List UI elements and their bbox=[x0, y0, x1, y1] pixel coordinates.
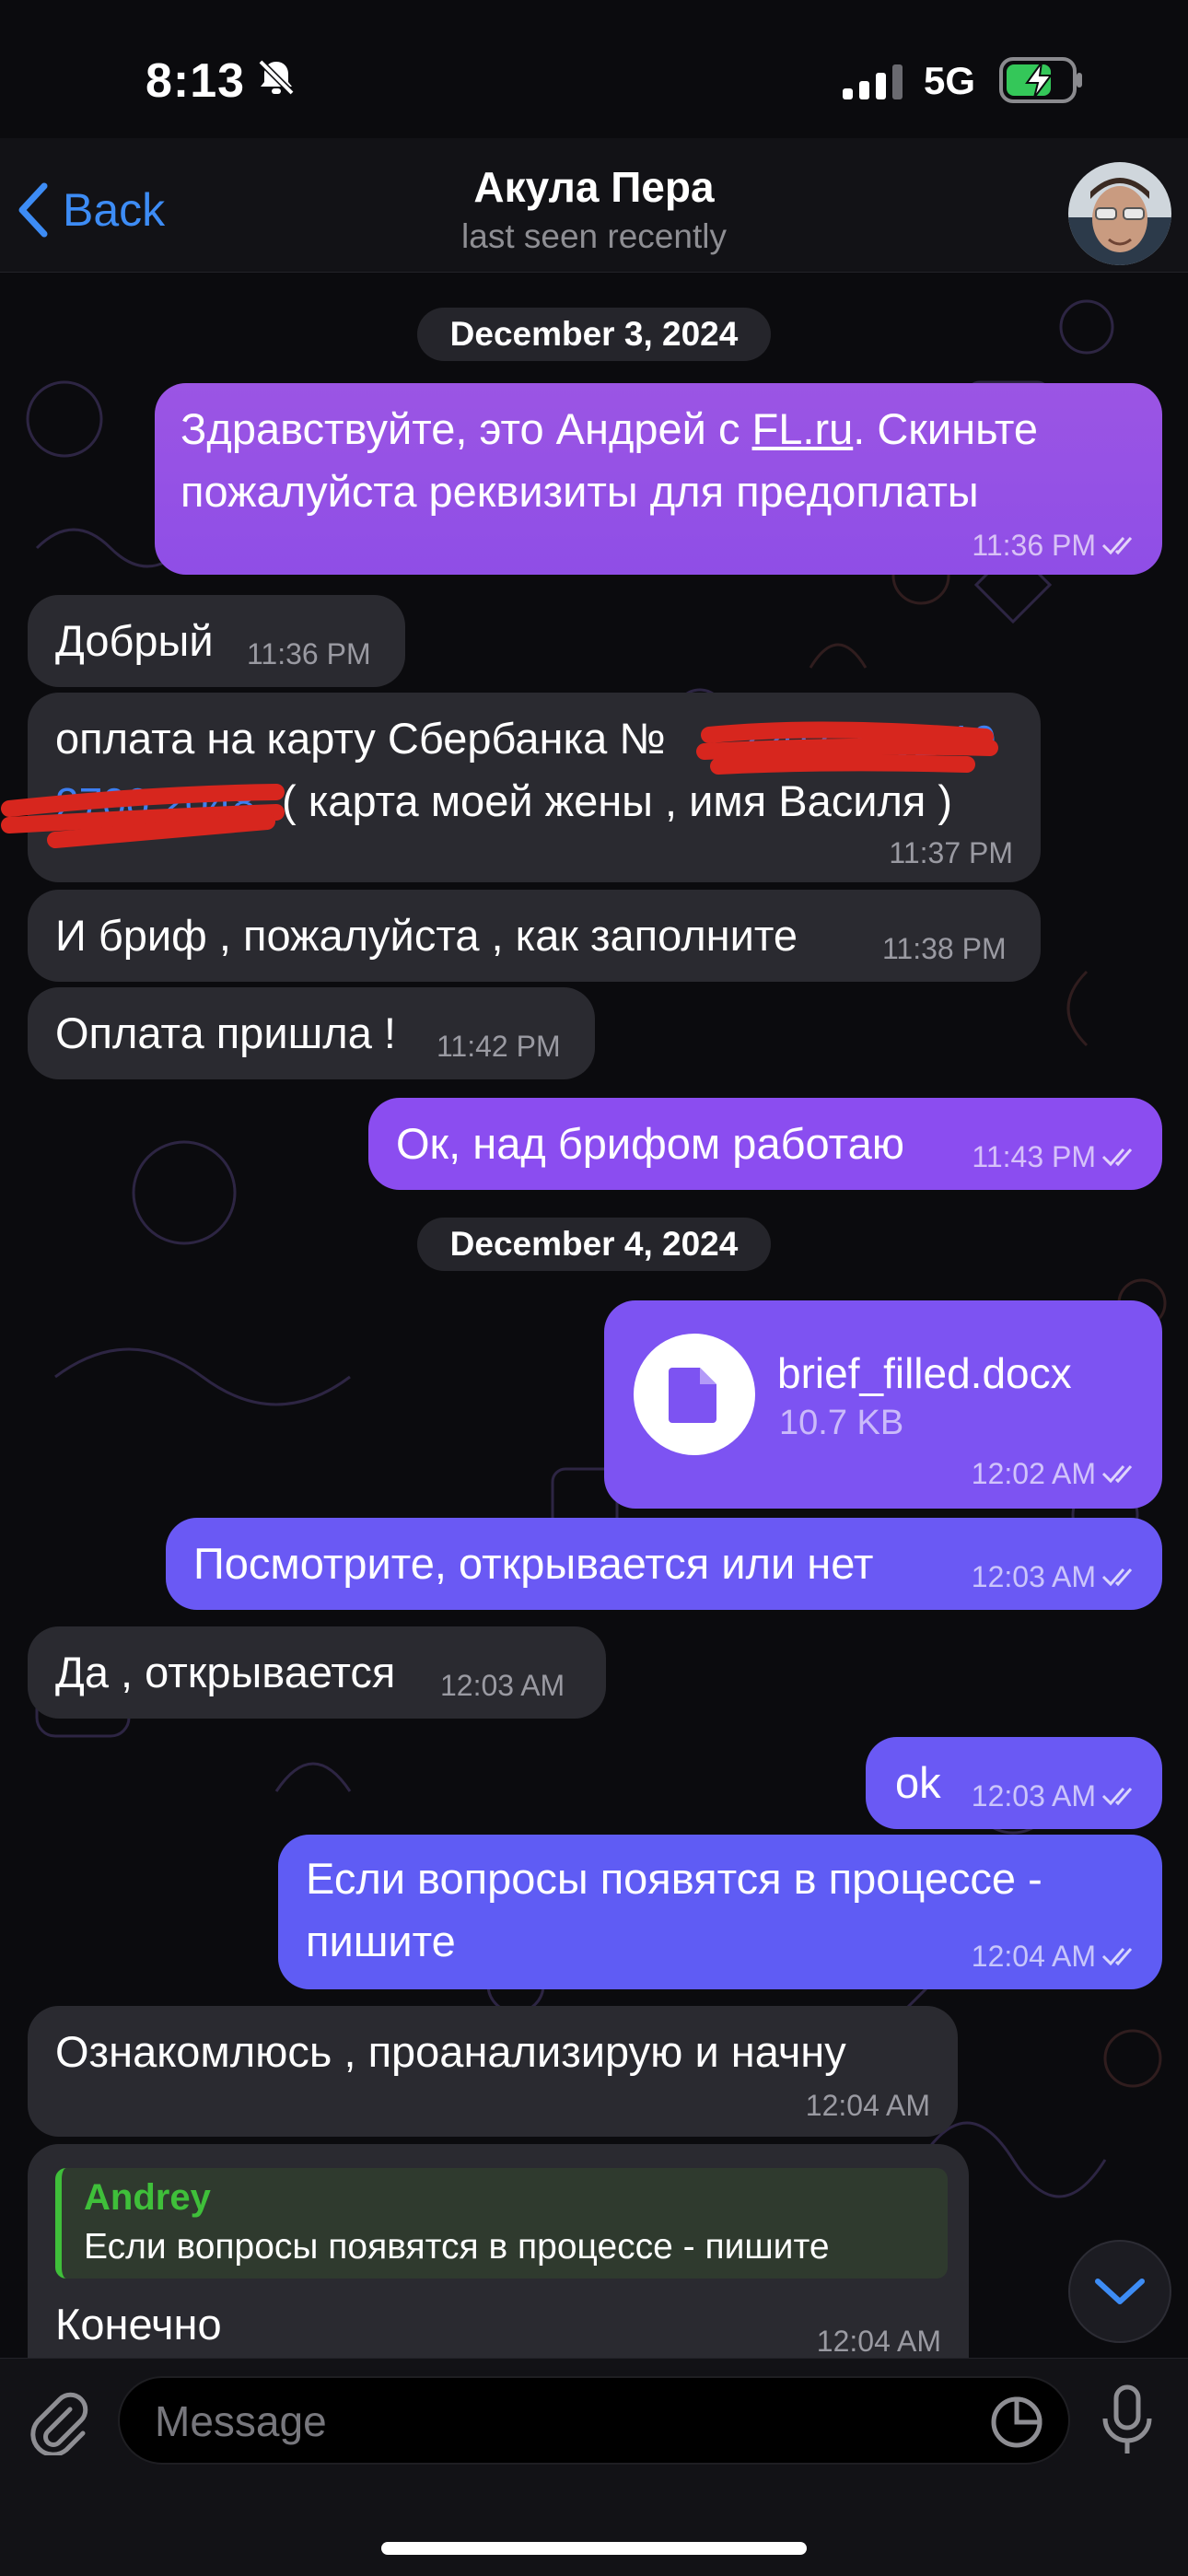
date-separator: December 4, 2024 bbox=[417, 1218, 771, 1271]
file-size: 10.7 KB bbox=[779, 1404, 904, 1442]
double-check-icon bbox=[1101, 1948, 1133, 1966]
contact-avatar[interactable] bbox=[1068, 162, 1171, 265]
message-text: Конечно bbox=[55, 2300, 222, 2349]
outgoing-message[interactable]: ok 12:03 AM bbox=[866, 1737, 1162, 1829]
signal-icon bbox=[843, 64, 903, 104]
message-time: 12:03 AM bbox=[971, 1779, 1096, 1813]
message-text: И бриф , пожалуйста , как заполните bbox=[55, 911, 798, 960]
redaction-scribble: 2202 2062 10 2700 2048 bbox=[0, 670, 1013, 859]
back-button[interactable]: Back bbox=[17, 177, 165, 243]
message-text: Если вопросы появятся в процессе - bbox=[306, 1854, 1042, 1903]
outgoing-message[interactable]: Здравствуйте, это Андрей с FL.ru. Скиньт… bbox=[155, 383, 1162, 575]
double-check-icon bbox=[1101, 537, 1133, 555]
status-time: 8:13 bbox=[146, 54, 246, 108]
incoming-message[interactable]: Оплата пришла ! 11:42 PM bbox=[28, 987, 595, 1079]
scroll-to-bottom-button[interactable] bbox=[1068, 2240, 1171, 2343]
double-check-icon bbox=[1101, 1465, 1133, 1484]
message-time: 11:43 PM bbox=[972, 1140, 1096, 1173]
message-field[interactable] bbox=[153, 2378, 967, 2465]
reply-quote[interactable]: Andrey Если вопросы появятся в процессе … bbox=[55, 2168, 948, 2279]
message-time: 12:04 AM bbox=[816, 2325, 941, 2358]
chevron-down-icon bbox=[1095, 2279, 1145, 2304]
message-time: 12:03 AM bbox=[971, 1560, 1096, 1593]
message-input[interactable] bbox=[118, 2376, 1070, 2465]
message-time: 11:42 PM bbox=[437, 1030, 561, 1063]
home-indicator bbox=[381, 2542, 807, 2555]
message-text: ok bbox=[895, 1758, 941, 1807]
chat-status: last seen recently bbox=[461, 217, 727, 255]
attachment-icon[interactable] bbox=[26, 2389, 92, 2460]
message-text: . Скиньте bbox=[853, 404, 1039, 453]
incoming-message[interactable]: И бриф , пожалуйста , как заполните 11:3… bbox=[28, 890, 1041, 982]
message-text: Добрый bbox=[55, 616, 214, 665]
incoming-message[interactable]: Да , открывается 12:03 AM bbox=[28, 1626, 606, 1719]
message-text: Посмотрите, открывается или нет bbox=[193, 1539, 874, 1588]
double-check-icon bbox=[1101, 1788, 1133, 1806]
outgoing-message[interactable]: Ок, над брифом работаю 11:43 PM bbox=[368, 1098, 1162, 1190]
message-text: Ознакомлюсь , проанализирую и начну bbox=[55, 2027, 846, 2076]
sticker-icon[interactable] bbox=[989, 2395, 1044, 2450]
date-separator: December 3, 2024 bbox=[417, 308, 771, 361]
message-time: 11:36 PM bbox=[972, 529, 1096, 562]
incoming-message[interactable]: Ознакомлюсь , проанализирую и начну 12:0… bbox=[28, 2006, 958, 2137]
double-check-icon bbox=[1101, 1568, 1133, 1587]
muted-bell-icon bbox=[256, 57, 297, 102]
message-link[interactable]: FL.ru bbox=[752, 404, 854, 453]
message-text: Оплата пришла ! bbox=[55, 1008, 396, 1057]
message-time: 11:38 PM bbox=[882, 932, 1007, 965]
reply-author: Andrey bbox=[84, 2177, 211, 2218]
outgoing-message[interactable]: Если вопросы появятся в процессе - пишит… bbox=[278, 1835, 1162, 1989]
message-time: 11:36 PM bbox=[247, 637, 371, 670]
chat-title[interactable]: Акула Пера bbox=[276, 162, 912, 212]
back-label: Back bbox=[63, 184, 166, 236]
outgoing-message[interactable]: Посмотрите, открывается или нет 12:03 AM bbox=[166, 1518, 1162, 1610]
message-text: Ок, над брифом работаю bbox=[396, 1119, 904, 1168]
microphone-icon[interactable] bbox=[1098, 2384, 1157, 2462]
message-time: 12:02 AM bbox=[971, 1457, 1096, 1490]
document-icon[interactable] bbox=[634, 1334, 755, 1455]
file-name: brief_filled.docx bbox=[777, 1349, 1072, 1397]
message-time: 12:03 AM bbox=[440, 1669, 565, 1702]
message-time: 12:04 AM bbox=[805, 2089, 930, 2122]
message-text: пожалуйста реквизиты для предоплаты bbox=[181, 467, 979, 516]
message-time: 12:04 AM bbox=[971, 1940, 1096, 1973]
reply-text: Если вопросы появятся в процессе - пишит… bbox=[84, 2227, 830, 2267]
network-label: 5G bbox=[924, 59, 976, 102]
incoming-reply-message[interactable]: Andrey Если вопросы появятся в процессе … bbox=[28, 2144, 969, 2361]
message-text: Да , открывается bbox=[55, 1648, 396, 1696]
message-text: пишите bbox=[306, 1917, 456, 1965]
battery-charging-icon bbox=[999, 57, 1084, 108]
double-check-icon bbox=[1101, 1148, 1133, 1167]
back-chevron-icon bbox=[18, 182, 48, 238]
outgoing-file-message[interactable]: brief_filled.docx 10.7 KB 12:02 AM bbox=[604, 1300, 1162, 1509]
message-text: Здравствуйте, это Андрей с bbox=[181, 404, 752, 453]
